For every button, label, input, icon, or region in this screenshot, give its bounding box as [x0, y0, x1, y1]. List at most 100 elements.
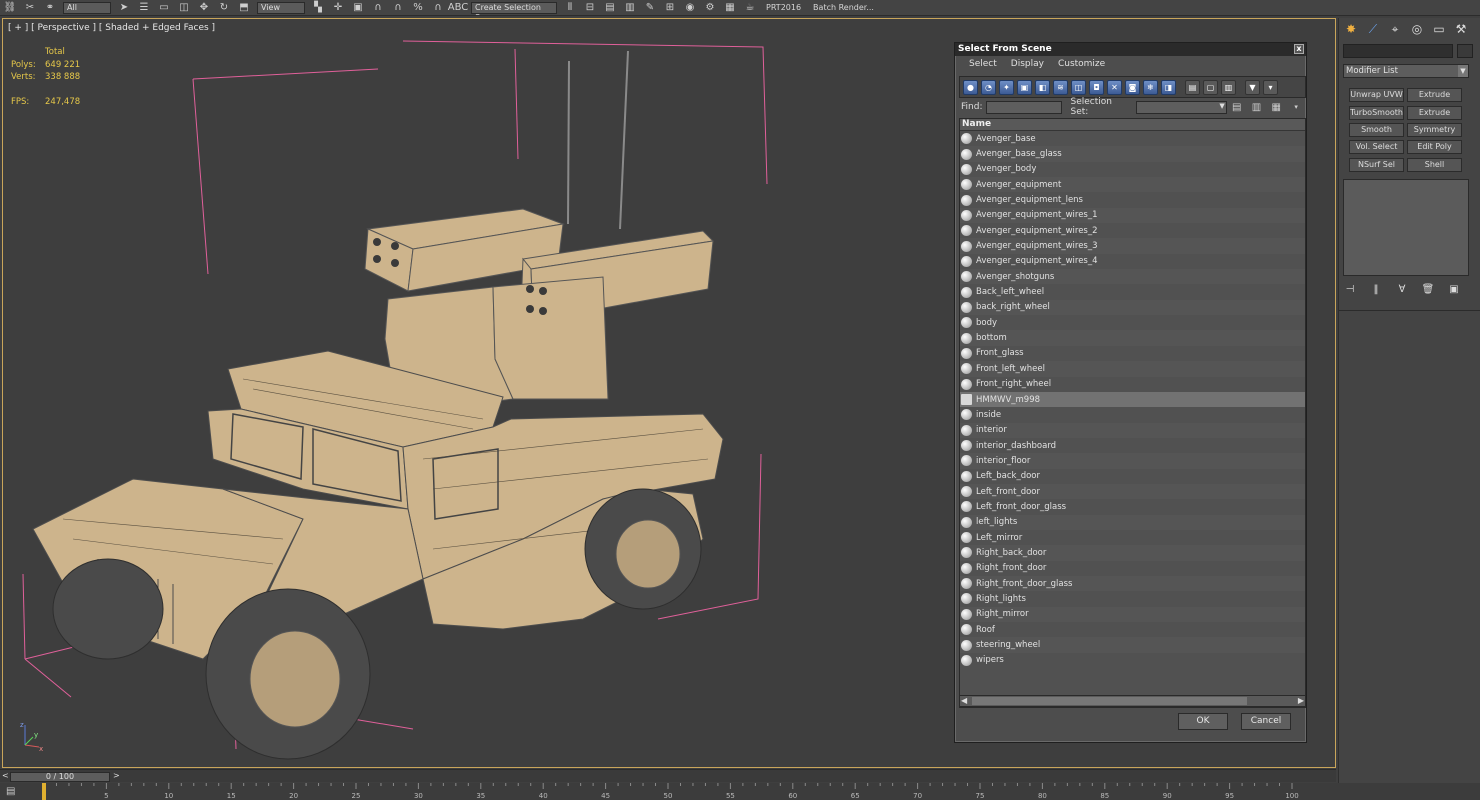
- list-item[interactable]: Front_left_wheel: [960, 361, 1305, 377]
- modifier-button-shell[interactable]: Shell: [1407, 158, 1462, 172]
- modifier-button-nsurf-sel[interactable]: NSurf Sel: [1349, 158, 1404, 172]
- mirror-icon[interactable]: ⫴: [562, 1, 578, 15]
- hierarchy-tab-icon[interactable]: ⌖: [1387, 21, 1403, 37]
- window-crossing-icon[interactable]: ◫: [176, 1, 192, 15]
- batch-render-button[interactable]: Batch Render...: [813, 3, 874, 12]
- list-item[interactable]: Right_lights: [960, 591, 1305, 606]
- list-item[interactable]: Right_mirror: [960, 606, 1305, 622]
- configure-sets-icon[interactable]: ▣: [1447, 284, 1461, 295]
- list-item[interactable]: body: [960, 315, 1305, 330]
- unlink-icon[interactable]: ✂: [22, 1, 38, 15]
- modifier-button-turbosmooth[interactable]: TurboSmooth: [1349, 106, 1404, 120]
- modifier-button-extrude[interactable]: Extrude: [1407, 88, 1462, 102]
- list-item[interactable]: interior_floor: [960, 453, 1305, 469]
- angle-snap-icon[interactable]: ∩: [390, 1, 406, 15]
- rotate-icon[interactable]: ↻: [216, 1, 232, 15]
- display-spacewarps-icon[interactable]: ≋: [1053, 79, 1068, 95]
- display-containers-icon[interactable]: ◙: [1125, 79, 1140, 95]
- display-frozen-icon[interactable]: ❄: [1143, 79, 1158, 95]
- motion-tab-icon[interactable]: ◎: [1409, 21, 1425, 37]
- cancel-button[interactable]: Cancel: [1241, 713, 1291, 730]
- delete-set-icon[interactable]: ▦: [1268, 100, 1284, 114]
- list-item[interactable]: Front_glass: [960, 346, 1305, 361]
- menu-select[interactable]: Select: [969, 59, 997, 69]
- horizontal-scrollbar[interactable]: ◀ ▶: [959, 695, 1306, 707]
- list-item[interactable]: Avenger_equipment_wires_4: [960, 254, 1305, 269]
- display-geometry-icon[interactable]: ●: [963, 79, 978, 95]
- remove-modifier-icon[interactable]: 🗑: [1421, 284, 1435, 295]
- list-item[interactable]: Right_back_door: [960, 545, 1305, 561]
- selection-filter-dropdown[interactable]: All: [63, 1, 111, 14]
- list-item[interactable]: Left_front_door_glass: [960, 499, 1305, 514]
- track-bar[interactable]: ▤ 05101520253035404550556065707580859095…: [0, 783, 1480, 800]
- bind-spacewarp-icon[interactable]: ⚭: [42, 1, 58, 15]
- close-button[interactable]: x: [1294, 44, 1304, 54]
- render-setup-icon[interactable]: ⚙: [702, 1, 718, 15]
- material-editor-icon[interactable]: ◉: [682, 1, 698, 15]
- list-item[interactable]: bottom: [960, 330, 1305, 346]
- modifier-button-vol-select[interactable]: Vol. Select: [1349, 140, 1404, 154]
- rect-region-icon[interactable]: ▭: [156, 1, 172, 15]
- edit-set-icon[interactable]: ▥: [1249, 100, 1265, 114]
- list-item[interactable]: Avenger_equipment_wires_3: [960, 238, 1305, 254]
- select-by-name-icon[interactable]: ☰: [136, 1, 152, 15]
- menu-customize[interactable]: Customize: [1058, 59, 1105, 69]
- modifier-button-smooth[interactable]: Smooth: [1349, 123, 1404, 137]
- scale-icon[interactable]: ⬒: [236, 1, 252, 15]
- list-item[interactable]: back_right_wheel: [960, 299, 1305, 316]
- keyboard-shortcut-icon[interactable]: ▣: [350, 1, 366, 15]
- scene-object-list[interactable]: Name Avenger_base Avenger_base_glass Aveng…: [959, 118, 1306, 708]
- display-tab-icon[interactable]: ▭: [1431, 21, 1447, 37]
- list-item[interactable]: Avenger_body: [960, 162, 1305, 177]
- viewport-label[interactable]: [ + ] [ Perspective ] [ Shaded + Edged F…: [8, 23, 215, 33]
- list-item[interactable]: Left_mirror: [960, 530, 1305, 545]
- display-shapes-icon[interactable]: ◔: [981, 79, 996, 95]
- list-item[interactable]: left_lights: [960, 514, 1305, 530]
- display-xrefs-icon[interactable]: ◘: [1089, 79, 1104, 95]
- select-invert-icon[interactable]: ▥: [1221, 79, 1236, 95]
- list-item[interactable]: Right_front_door: [960, 561, 1305, 576]
- display-lights-icon[interactable]: ✦: [999, 79, 1014, 95]
- find-input[interactable]: [986, 100, 1063, 114]
- select-all-icon[interactable]: ▤: [1185, 79, 1200, 95]
- display-hidden-icon[interactable]: ◨: [1161, 79, 1176, 95]
- layer-manager-icon[interactable]: ▤: [602, 1, 618, 15]
- modifier-button-edit-poly[interactable]: Edit Poly: [1407, 140, 1462, 154]
- list-item[interactable]: Avenger_base: [960, 131, 1305, 146]
- menu-display[interactable]: Display: [1011, 59, 1044, 69]
- list-item[interactable]: Right_front_door_glass: [960, 575, 1305, 592]
- time-slider-thumb[interactable]: 0 / 100: [10, 772, 110, 782]
- create-set-icon[interactable]: ▤: [1229, 100, 1245, 114]
- curve-editor-icon[interactable]: ✎: [642, 1, 658, 15]
- display-cameras-icon[interactable]: ▣: [1017, 79, 1032, 95]
- align-icon[interactable]: ⊟: [582, 1, 598, 15]
- list-item[interactable]: Left_back_door: [960, 469, 1305, 484]
- list-item[interactable]: Back_left_wheel: [960, 284, 1305, 299]
- modify-tab-icon[interactable]: ⟋: [1365, 21, 1381, 37]
- snap-icon[interactable]: ∩: [370, 1, 386, 15]
- time-slider[interactable]: < 0 / 100 >: [0, 769, 1336, 782]
- list-item[interactable]: Avenger_shotguns: [960, 269, 1305, 285]
- selection-set-dropdown[interactable]: ▼: [1135, 100, 1227, 114]
- modifier-button-extrude-2[interactable]: Extrude: [1407, 106, 1462, 120]
- list-item[interactable]: interior: [960, 422, 1305, 438]
- edit-named-sel-icon[interactable]: ABC: [448, 1, 469, 15]
- list-item[interactable]: Avenger_base_glass: [960, 146, 1305, 162]
- display-groups-icon[interactable]: ◫: [1071, 79, 1086, 95]
- list-item[interactable]: wipers: [960, 653, 1305, 668]
- list-item[interactable]: HMMWV_m998: [960, 391, 1305, 408]
- modifier-button-symmetry[interactable]: Symmetry: [1407, 123, 1462, 137]
- modifier-stack[interactable]: [1343, 179, 1469, 276]
- pivot-icon[interactable]: ▚: [310, 1, 326, 15]
- list-item[interactable]: Avenger_equipment_lens: [960, 192, 1305, 207]
- select-none-icon[interactable]: ▢: [1203, 79, 1218, 95]
- link-icon[interactable]: ⛓: [2, 1, 18, 15]
- previous-frame-icon[interactable]: <: [2, 771, 9, 780]
- plugin-label[interactable]: PRT2016: [766, 3, 801, 12]
- list-item[interactable]: interior_dashboard: [960, 438, 1305, 453]
- list-item[interactable]: Avenger_equipment_wires_1: [960, 207, 1305, 224]
- reference-coord-dropdown[interactable]: View: [257, 1, 305, 14]
- show-end-result-icon[interactable]: ‖: [1369, 284, 1383, 295]
- percent-snap-icon[interactable]: %: [410, 1, 426, 15]
- list-header-name[interactable]: Name: [960, 119, 1305, 131]
